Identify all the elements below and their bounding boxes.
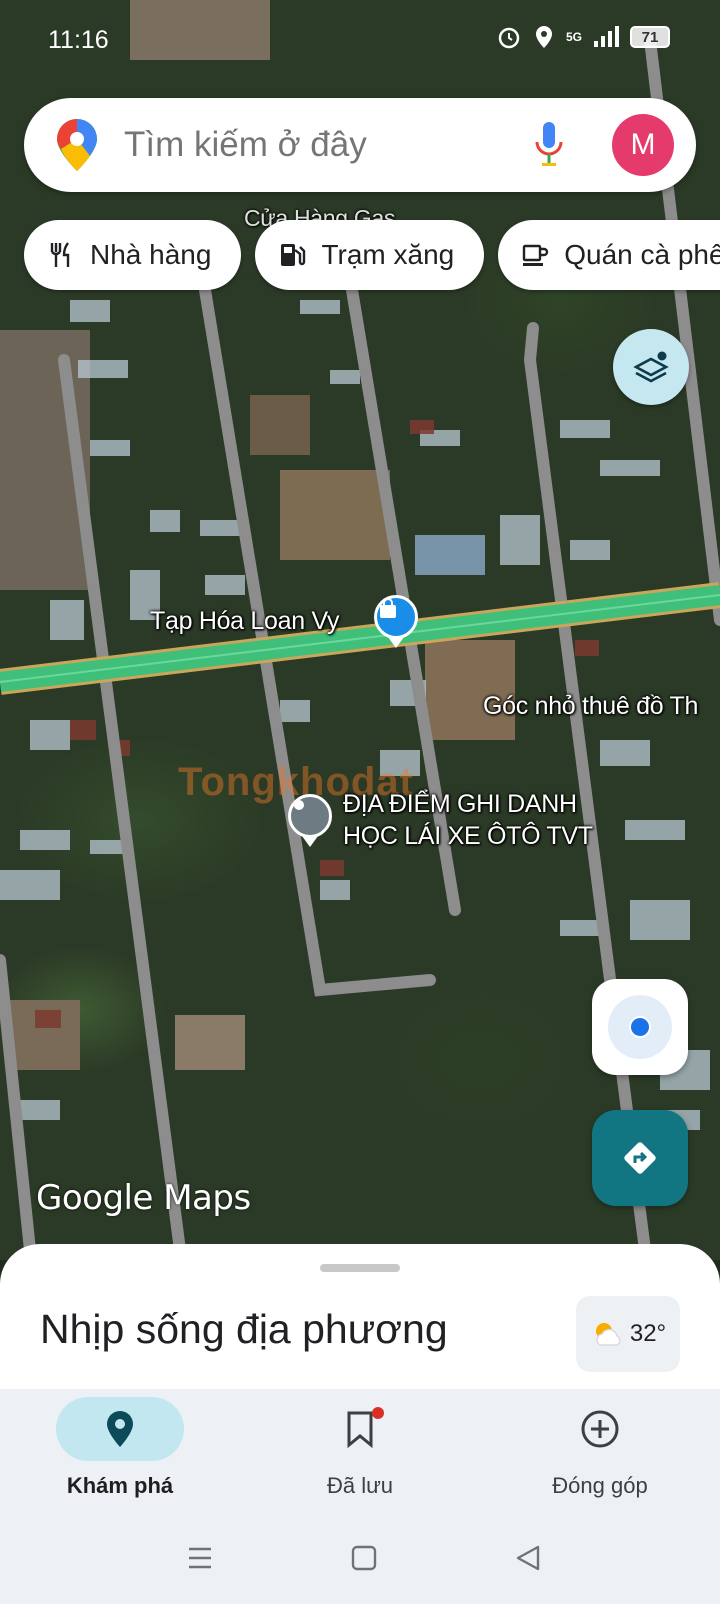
temperature: 32° [629, 1320, 667, 1347]
saved-bookmark-icon [347, 1411, 373, 1448]
restaurant-icon [50, 242, 70, 267]
location-status-icon [535, 26, 552, 48]
orchard [250, 395, 310, 455]
nav-label: Đã lưu [326, 1473, 394, 1498]
partly-cloudy-icon [595, 1323, 621, 1346]
highway [0, 582, 720, 695]
chip-label: Trạm xăng [321, 239, 455, 270]
directions-icon [624, 1142, 656, 1174]
nav-explore[interactable]: Khám phá [0, 1389, 240, 1515]
directions-button[interactable] [592, 1110, 688, 1206]
chip-label: Quán cà phê [564, 239, 720, 270]
chip-coffee[interactable]: Quán cà phê [498, 220, 720, 290]
bare-field [425, 640, 515, 740]
map-label-dia-diem-2[interactable]: HỌC LÁI XE ÔTÔ TVT [343, 822, 593, 851]
nav-saved-pill [296, 1397, 424, 1461]
network-type: 5G [565, 30, 582, 44]
status-bar: 11:16 5G 71 [0, 0, 720, 80]
sheet-title: Nhịp sống địa phương [40, 1306, 448, 1352]
gas-station-icon [281, 244, 306, 266]
map-label-dia-diem-1[interactable]: ĐỊA ĐIỂM GHI DANH [343, 790, 577, 819]
nav-label: Đóng góp [552, 1473, 648, 1498]
map-label-tap-hoa[interactable]: Tạp Hóa Loan Vy [150, 607, 339, 636]
home-icon[interactable] [350, 1543, 378, 1573]
place-pin-icon[interactable] [288, 794, 332, 838]
bare-field [175, 1015, 245, 1070]
notification-dot [372, 1407, 384, 1419]
chip-label: Nhà hàng [90, 239, 212, 270]
nav-contribute-pill [536, 1397, 664, 1461]
battery-icon: 71 [630, 26, 670, 48]
signal-icon [594, 26, 619, 47]
bare-field [280, 470, 390, 560]
recent-apps-icon[interactable] [186, 1543, 214, 1573]
map-label-goc-nho[interactable]: Góc nhỏ thuê đồ Th [483, 692, 698, 721]
chip-gas-station[interactable]: Trạm xăng [255, 220, 485, 290]
nav-explore-pill [56, 1397, 184, 1461]
map-layers-button[interactable] [613, 329, 689, 405]
my-location-icon [608, 995, 672, 1059]
explore-pin-icon [107, 1411, 133, 1447]
account-avatar[interactable]: M [612, 114, 674, 176]
back-icon[interactable] [514, 1543, 542, 1573]
chip-restaurant[interactable]: Nhà hàng [24, 220, 242, 290]
bottom-sheet[interactable]: Nhịp sống địa phương 32° [0, 1244, 720, 1389]
alarm-icon [498, 27, 520, 49]
google-maps-logo: Google Maps [36, 1178, 251, 1218]
my-location-button[interactable] [592, 979, 688, 1075]
category-chips: Nhà hàng Trạm xăng Quán cà phê [24, 220, 720, 290]
status-icons: 5G 71 [496, 24, 670, 50]
bottom-navigation: Khám phá Đã lưu Đóng góp [0, 1389, 720, 1515]
contribute-plus-icon [581, 1410, 619, 1448]
nav-label: Khám phá [66, 1473, 174, 1498]
google-maps-pin-icon [57, 119, 97, 171]
sheet-drag-handle[interactable] [320, 1264, 400, 1272]
nav-saved[interactable]: Đã lưu [240, 1389, 480, 1515]
shopping-bag-pin-icon[interactable] [374, 595, 418, 639]
system-navigation-bar [0, 1515, 720, 1604]
search-bar[interactable]: M [24, 98, 696, 192]
nav-contribute[interactable]: Đóng góp [480, 1389, 720, 1515]
coffee-icon [523, 244, 549, 266]
status-time: 11:16 [48, 26, 109, 54]
search-input[interactable] [124, 125, 504, 165]
weather-chip[interactable]: 32° [576, 1296, 680, 1372]
layers-icon [633, 351, 669, 383]
microphone-icon[interactable] [534, 120, 564, 170]
